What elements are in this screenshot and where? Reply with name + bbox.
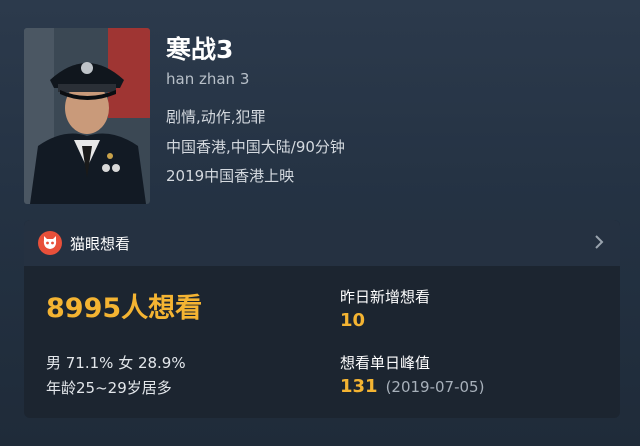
peak-value-row: 131 (2019-07-05) (340, 376, 484, 397)
yesterday-new-value: 10 (340, 310, 366, 331)
peak-label: 想看单日峰值 (340, 354, 431, 372)
yesterday-new-label: 昨日新增想看 (340, 288, 431, 306)
card-header[interactable]: 猫眼想看 (24, 220, 620, 266)
total-wants-count: 8995人想看 (46, 293, 203, 324)
maoyan-cat-logo-icon (38, 231, 62, 255)
movie-title: 寒战3 (166, 35, 234, 64)
want-to-see-card: 猫眼想看 8995人想看 昨日新增想看 10 男 71.1% 女 28.9% 年… (24, 220, 620, 418)
movie-poster[interactable] (24, 28, 150, 204)
gender-ratio: 男 71.1% 女 28.9% (46, 354, 186, 372)
chevron-right-icon[interactable] (594, 234, 604, 254)
peak-date: (2019-07-05) (385, 378, 485, 396)
poster-image (24, 28, 150, 204)
movie-release: 2019中国香港上映 (166, 167, 295, 185)
card-header-label: 猫眼想看 (70, 234, 131, 253)
movie-pinyin: han zhan 3 (166, 70, 250, 88)
age-info: 年龄25~29岁居多 (46, 379, 172, 397)
movie-region-duration: 中国香港,中国大陆/90分钟 (166, 138, 345, 156)
peak-value: 131 (340, 376, 378, 397)
movie-genres: 剧情,动作,犯罪 (166, 108, 266, 126)
